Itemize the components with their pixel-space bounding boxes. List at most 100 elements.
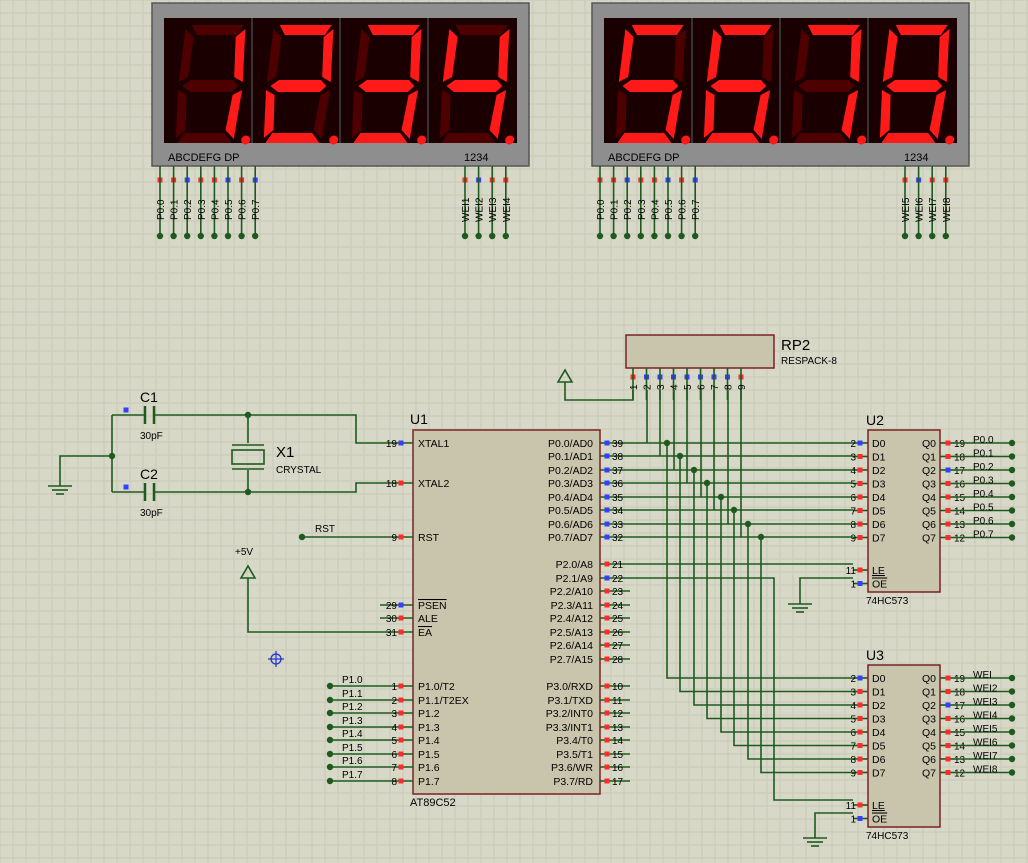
pin-number: 37 — [612, 466, 624, 477]
net-terminal — [252, 232, 259, 240]
pin-name: P2.6/A14 — [550, 640, 593, 652]
pin-number: 11 — [846, 566, 857, 577]
pin-number: 17 — [954, 466, 966, 477]
segment-g — [270, 80, 327, 92]
u1-part: AT89C52 — [410, 797, 456, 809]
pin-marker — [945, 756, 951, 762]
pin-number: 7 — [850, 742, 856, 753]
pin-marker — [604, 642, 610, 648]
net-label: P0.1 — [170, 199, 181, 220]
pin-name: D1 — [872, 687, 886, 699]
net-terminal — [211, 232, 218, 240]
pin-number: 15 — [954, 728, 966, 739]
seven-segment-display-1: 1234ABCDEFG DP1234P0.0P0.1P0.2P0.3P0.4P0… — [151, 2, 530, 240]
net-terminal — [610, 232, 617, 240]
net-label: P0.5 — [973, 503, 994, 514]
pin-marker — [604, 710, 610, 716]
net-terminal — [942, 232, 949, 240]
pin-name: Q1 — [922, 687, 936, 699]
pin-name: P2.3/A11 — [551, 600, 594, 612]
pin-number: 6 — [850, 728, 856, 739]
pin-number: 18 — [386, 479, 398, 490]
pin-name: P2.4/A12 — [550, 613, 593, 625]
pin-name: D2 — [872, 700, 886, 712]
net-label: P0.1 — [610, 199, 621, 220]
pin-name: Q0 — [922, 438, 936, 450]
pin-number: 3 — [850, 688, 856, 699]
pin-marker — [945, 494, 951, 500]
pin-name: ALE — [418, 613, 438, 625]
microcontroller-u1[interactable]: U1AT89C5219 XTAL118 XTAL29 RST29 PSEN30 ALE31… — [326, 411, 630, 809]
pin-number: 36 — [612, 479, 624, 490]
pin-marker — [604, 534, 610, 540]
pin-number: 10 — [612, 682, 624, 693]
net-label: P1.3 — [342, 716, 363, 727]
oscillator-circuit[interactable]: C1 30pF C2 30pF X1 CRYSTAL — [48, 389, 380, 519]
pin-number: 5 — [391, 736, 397, 747]
pin-number: 19 — [954, 674, 966, 685]
pin-number: 7 — [391, 763, 397, 774]
pin-number: 5 — [683, 384, 694, 390]
pin-name: D3 — [872, 714, 886, 726]
pin-marker — [604, 724, 610, 730]
net-label: P1.4 — [342, 729, 363, 740]
pin-marker — [604, 778, 610, 784]
net-terminal — [1008, 507, 1016, 514]
digit-label: 1234 — [904, 152, 928, 164]
segment-d — [617, 133, 672, 143]
net-terminal — [1008, 769, 1016, 776]
pin-number: 1 — [391, 682, 397, 693]
net-terminal — [502, 232, 509, 240]
pin-number: 15 — [954, 493, 966, 504]
pin-number: 5 — [850, 480, 856, 491]
net-label: WEI4 — [502, 197, 513, 222]
pin-name: Q4 — [922, 492, 936, 504]
pin-number: 21 — [612, 560, 624, 571]
segment-g — [798, 80, 855, 92]
pin-marker — [398, 710, 404, 716]
pin-name: P0.6/AD6 — [548, 519, 593, 531]
pin-name: XTAL2 — [418, 478, 449, 490]
net-label: WEI7 — [973, 751, 998, 762]
pin-number: 8 — [850, 755, 856, 766]
pin-marker — [604, 494, 610, 500]
pin-number: 34 — [612, 506, 624, 517]
pin-marker — [945, 702, 951, 708]
pin-number: 30 — [386, 614, 398, 625]
reset-and-power[interactable]: RST +5V — [235, 524, 380, 667]
pin-number: 19 — [954, 439, 966, 450]
pin-name: Q5 — [922, 506, 936, 518]
pin-marker — [945, 770, 951, 775]
pin-number: 9 — [737, 384, 748, 390]
pin-number: 7 — [850, 507, 856, 518]
latch-u3[interactable]: U3 74HC573 2 D0 3 D1 4 D2 5 D3 6 D4 7 D5 8 D6 9 D7 11 LE 1 OE… — [846, 647, 1016, 842]
net-terminal — [1008, 453, 1016, 460]
pin-marker — [398, 480, 404, 486]
latch-u2[interactable]: U2 74HC573 2 D0 3 D1 4 D2 5 D3 6 D4 7 D5 8 D6 9 D7 11 LE 1 OE… — [846, 412, 1016, 607]
pin-marker — [857, 689, 863, 694]
pin-number: 13 — [954, 520, 966, 531]
pin-number: 14 — [954, 742, 966, 753]
pin-marker — [398, 764, 404, 770]
pin-marker — [604, 697, 610, 703]
rp2-body[interactable] — [625, 334, 775, 369]
capacitor-c1[interactable]: C1 30pF — [112, 389, 248, 442]
pin-number: 26 — [612, 628, 624, 639]
segment-d — [265, 133, 320, 143]
pin-marker — [945, 689, 951, 694]
pin-number: 4 — [850, 466, 856, 477]
schematic-canvas[interactable]: 1234ABCDEFG DP1234P0.0P0.1P0.2P0.3P0.4P0… — [0, 0, 1028, 863]
net-terminal — [170, 232, 177, 240]
capacitor-c2[interactable]: C2 30pF — [112, 466, 248, 519]
pin-number: 3 — [391, 709, 397, 720]
latch-part: 74HC573 — [866, 596, 909, 607]
net-label: WEI — [973, 670, 992, 681]
segment-g — [710, 80, 767, 92]
pin-marker — [945, 454, 951, 459]
segment-label: ABCDEFG DP — [608, 152, 680, 164]
pin-number: 4 — [670, 384, 681, 390]
pin-name: D5 — [872, 741, 886, 753]
net-terminal — [637, 232, 644, 240]
pin-number: 35 — [612, 493, 624, 504]
cap-value: 30pF — [140, 508, 163, 519]
